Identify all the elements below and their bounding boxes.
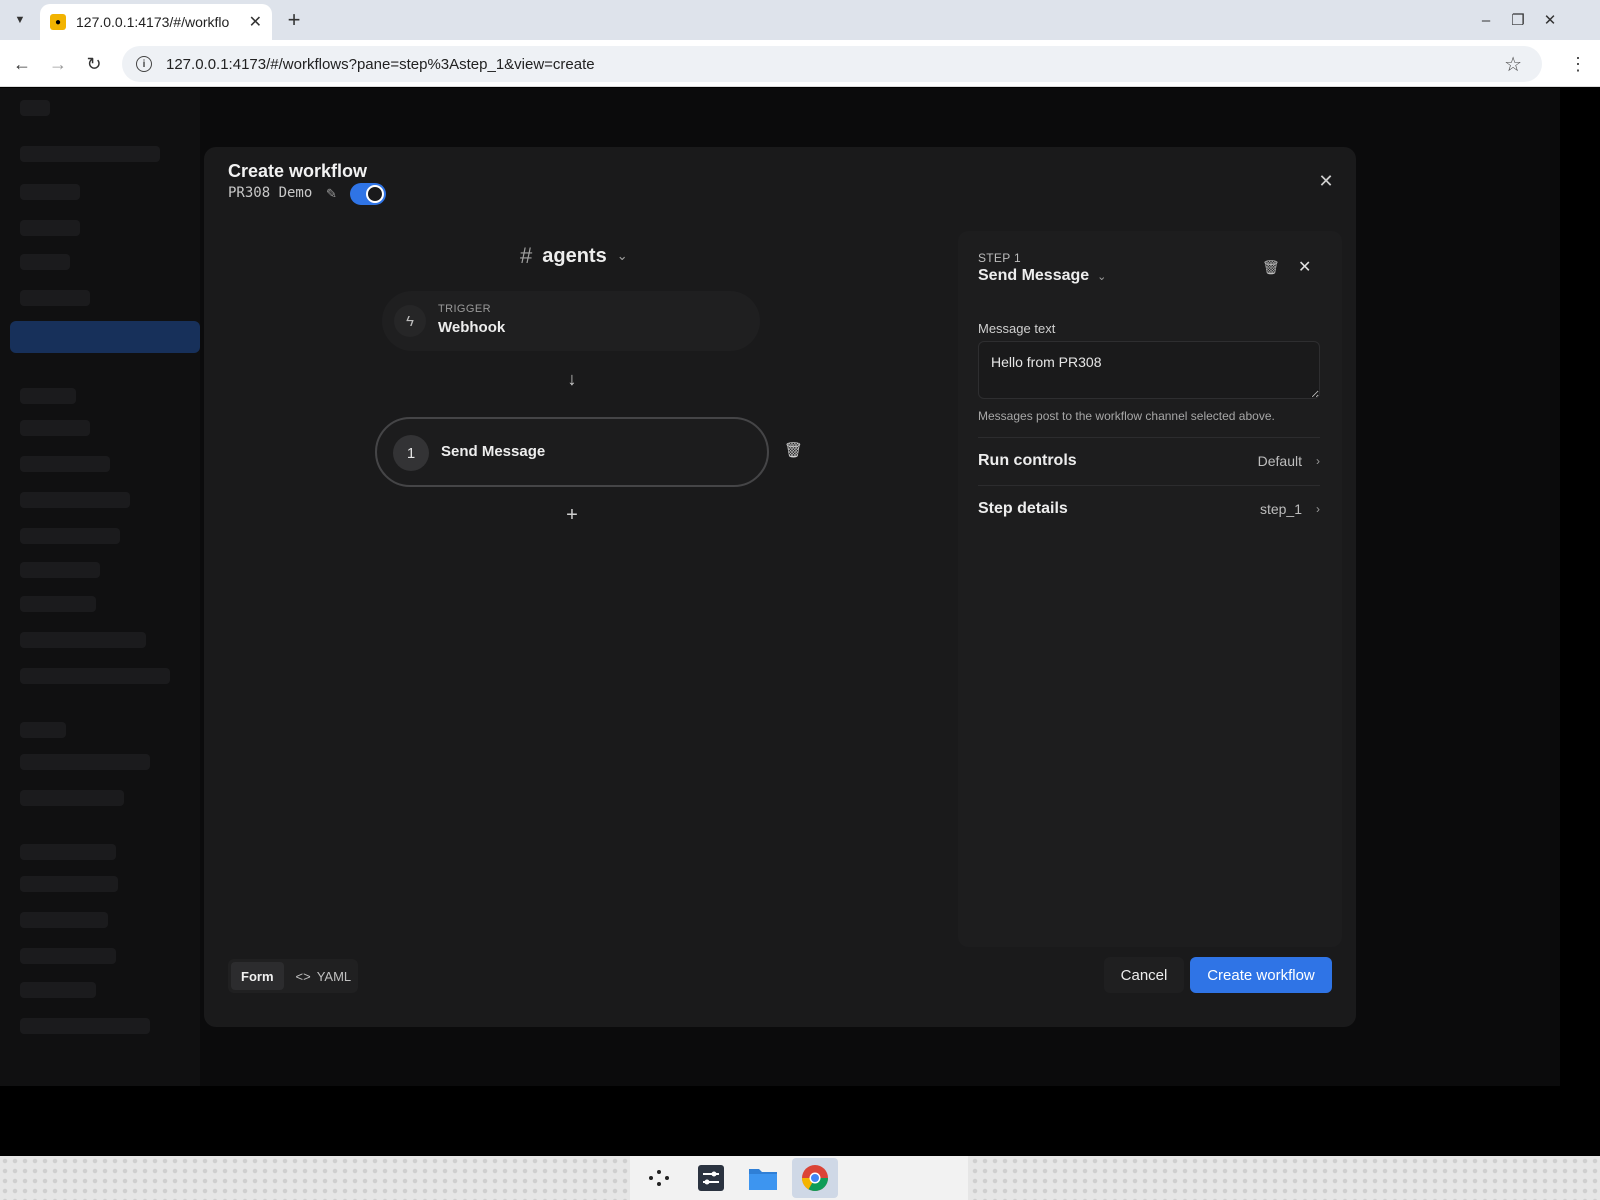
step-type-label: Send Message (978, 267, 1090, 284)
bookmark-star-icon[interactable]: ☆ (1504, 52, 1522, 77)
divider (978, 437, 1320, 438)
tab-strip: ▼ ● 127.0.0.1:4173/#/workflo ✕ + – ❐ ✕ (0, 0, 1600, 40)
workflow-enabled-toggle[interactable] (350, 183, 386, 205)
step-number: 1 (393, 435, 429, 471)
create-workflow-button[interactable]: Create workflow (1190, 957, 1332, 993)
chevron-down-icon: ⌄ (1097, 270, 1107, 283)
taskbar-apps (630, 1156, 968, 1200)
modal-title: Create workflow (228, 161, 368, 181)
address-bar[interactable]: i 127.0.0.1:4173/#/workflows?pane=step%3… (122, 46, 1542, 82)
toggle-knob (366, 185, 384, 203)
favicon-icon: ● (50, 14, 66, 30)
tab-search-chevron-icon[interactable]: ▼ (8, 8, 32, 32)
browser-menu-icon[interactable]: ⋮ (1568, 54, 1588, 75)
chrome-app-icon[interactable] (792, 1158, 838, 1198)
tab-close-icon[interactable]: ✕ (249, 12, 262, 32)
panel-trash-icon[interactable]: 🗑 (1262, 259, 1282, 279)
message-text-label: Message text (978, 321, 1056, 336)
workflow-name[interactable]: PR308 Demo (228, 185, 312, 201)
add-step-plus-icon[interactable]: + (560, 503, 584, 527)
trigger-card[interactable]: ϟ TRIGGER Webhook (382, 291, 760, 351)
message-text-field[interactable]: Hello from PR308 (978, 341, 1320, 399)
form-mode-button[interactable]: Form (231, 962, 284, 990)
minimize-icon[interactable]: – (1474, 8, 1498, 32)
back-icon[interactable]: ← (8, 50, 36, 78)
step-details-value: step_1 (1259, 501, 1302, 517)
restore-icon[interactable]: ❐ (1506, 8, 1530, 32)
hash-icon: # (520, 243, 533, 268)
tab-title: 127.0.0.1:4173/#/workflo (76, 14, 230, 30)
arrow-down-icon: ↓ (567, 369, 577, 389)
run-controls-row[interactable]: Run controls Default › (978, 445, 1320, 477)
run-controls-label: Run controls (978, 452, 1077, 469)
step-type-selector[interactable]: Send Message ⌄ (978, 267, 1106, 285)
window-close-icon[interactable]: ✕ (1538, 8, 1562, 32)
url-text[interactable]: 127.0.0.1:4173/#/workflows?pane=step%3As… (166, 56, 595, 73)
taskbar (0, 1156, 1600, 1200)
create-workflow-modal: Create workflow PR308 Demo ✎ ✕ # agents … (204, 147, 1356, 1027)
divider (978, 485, 1320, 486)
app-right-edge (1560, 88, 1600, 1086)
step-card[interactable]: 1 Send Message (375, 417, 769, 487)
lightning-icon: ϟ (394, 305, 426, 337)
step-panel: STEP 1 Send Message ⌄ 🗑 ✕ Message text H… (958, 231, 1342, 947)
launcher-icon[interactable] (636, 1158, 682, 1198)
reload-icon[interactable]: ↻ (80, 50, 108, 78)
channel-selector[interactable]: # agents ⌄ (520, 243, 628, 269)
code-brackets-icon: <> (295, 968, 311, 984)
trigger-type: Webhook (438, 319, 506, 336)
chevron-down-icon: ⌄ (616, 248, 628, 263)
browser-toolbar: ← → ↻ i 127.0.0.1:4173/#/workflows?pane=… (0, 40, 1600, 87)
step-details-row[interactable]: Step details step_1 › (978, 493, 1320, 525)
step-kicker: STEP 1 (978, 251, 1021, 265)
yaml-mode-label: YAML (316, 968, 352, 984)
run-controls-value: Default (1257, 453, 1302, 469)
forward-icon[interactable]: → (44, 50, 72, 78)
files-app-icon[interactable] (740, 1158, 786, 1198)
step-label: Send Message (441, 443, 546, 460)
message-hint: Messages post to the workflow channel se… (978, 409, 1275, 423)
desktop-gap (0, 1086, 1600, 1156)
channel-name: agents (542, 244, 607, 267)
settings-app-icon[interactable] (688, 1158, 734, 1198)
delete-step-trash-icon[interactable]: 🗑 (784, 441, 804, 461)
cancel-button[interactable]: Cancel (1104, 957, 1184, 993)
edit-name-pencil-icon[interactable]: ✎ (326, 186, 342, 202)
site-info-icon[interactable]: i (136, 56, 152, 72)
panel-close-icon[interactable]: ✕ (1298, 257, 1318, 277)
sidebar-dimmed (0, 88, 200, 1086)
new-tab-icon[interactable]: + (282, 7, 306, 32)
browser-tab[interactable]: ● 127.0.0.1:4173/#/workflo ✕ (40, 4, 272, 40)
yaml-mode-button[interactable]: <> YAML (286, 962, 362, 990)
editor-mode-switch: Form <> YAML (228, 959, 358, 993)
chevron-right-icon: › (1316, 502, 1320, 516)
chevron-right-icon: › (1316, 454, 1320, 468)
step-details-label: Step details (978, 500, 1068, 517)
modal-close-icon[interactable]: ✕ (1314, 169, 1338, 193)
trigger-kicker: TRIGGER (438, 303, 491, 315)
